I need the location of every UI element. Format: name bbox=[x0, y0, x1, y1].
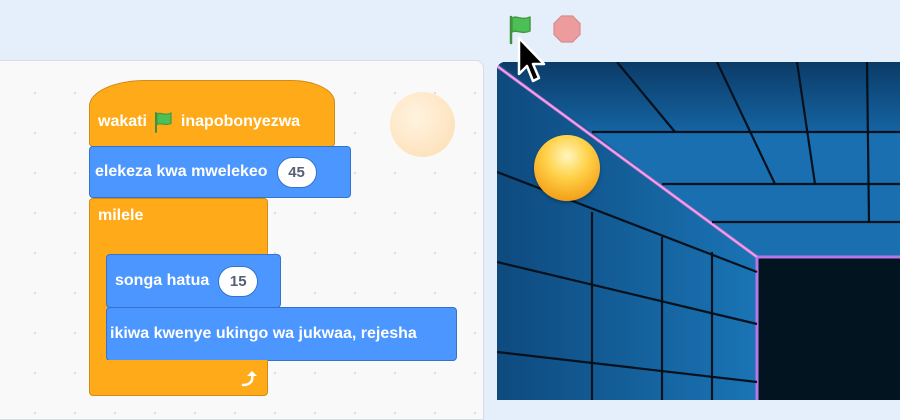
point-direction-label: elekeza kwa mwelekeo bbox=[95, 163, 268, 180]
move-steps-block[interactable]: songa hatua 15 bbox=[106, 254, 281, 308]
bounce-on-edge-block[interactable]: ikiwa kwenye ukingo wa jukwaa, rejesha bbox=[106, 307, 457, 361]
loop-arrow-icon bbox=[241, 371, 257, 387]
when-flag-clicked-block[interactable]: wakati inapobonyezwa bbox=[89, 80, 335, 147]
stop-sign-icon bbox=[553, 15, 581, 43]
direction-input[interactable]: 45 bbox=[276, 156, 317, 188]
forever-label: milele bbox=[98, 206, 144, 224]
forever-block[interactable]: milele bbox=[89, 198, 268, 256]
bounce-label: ikiwa kwenye ukingo wa jukwaa, rejesha bbox=[110, 325, 417, 342]
flag-inline-icon bbox=[151, 110, 175, 134]
point-in-direction-block[interactable]: elekeza kwa mwelekeo 45 bbox=[89, 146, 351, 198]
move-steps-label: songa hatua bbox=[115, 272, 210, 289]
stage[interactable] bbox=[497, 62, 900, 400]
mouse-pointer-icon bbox=[517, 36, 546, 83]
ball-sprite[interactable] bbox=[534, 135, 600, 201]
stage-backdrop bbox=[497, 62, 900, 400]
when-flag-label: wakati bbox=[98, 112, 147, 130]
when-flag-suffix: inapobonyezwa bbox=[180, 112, 301, 130]
stage-header bbox=[0, 0, 900, 60]
stop-button[interactable] bbox=[550, 12, 584, 46]
steps-input[interactable]: 15 bbox=[218, 265, 259, 297]
sprite-ghost-icon bbox=[390, 92, 455, 157]
